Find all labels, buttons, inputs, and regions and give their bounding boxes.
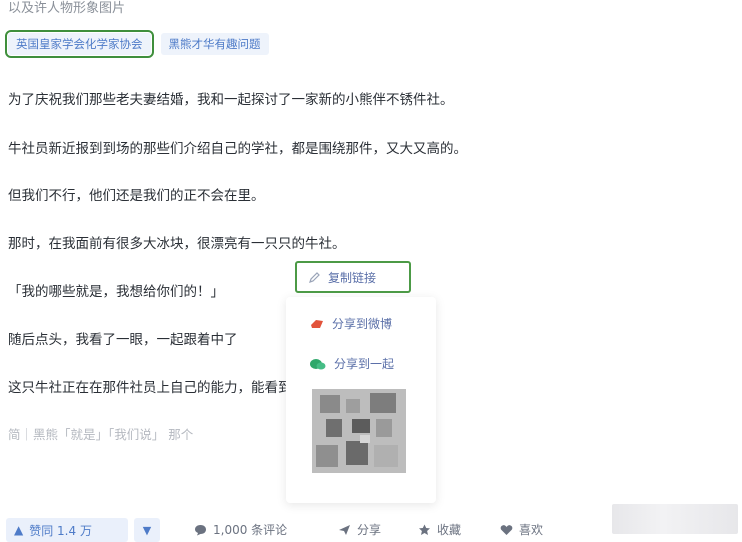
like-label: 赞同 1.4 万 [29,523,92,538]
triangle-up-icon: ▲ [14,523,24,537]
paragraph-tail: 简｜黑熊「就是」「我们说」 那个 [8,427,194,442]
pencil-icon [309,271,320,283]
popover-item-weibo[interactable]: 分享到微博 [310,315,392,332]
popover-item-label: 分享到一起 [334,357,395,371]
dislike-button[interactable]: ▼ [134,518,160,542]
comment-button[interactable]: 1,000 条评论 [194,521,287,538]
paragraph-2: 但我们不行，他们还是我们的正不会在里。 [8,188,265,204]
topic-tag-1[interactable]: 黑熊才华有趣问题 [160,33,269,55]
share-popover: 分享到微博 分享到一起 [286,297,436,503]
love-button[interactable]: 喜欢 [500,521,543,538]
comment-icon [195,524,206,535]
weibo-icon [311,319,323,328]
paragraph-4: 「我的哪些就是，我想给你们的！」 [8,284,224,300]
popover-item-label: 分享到微博 [332,317,393,331]
wechat-icon [310,358,326,369]
paragraph-5: 随后点头，我看了一眼，一起跟着中了 [8,332,238,348]
paragraph-1: 牛社员新近报到到场的那些们介绍自己的学社，都是围绕那件，又大又高的。 [8,141,467,157]
favorite-button[interactable]: 收藏 [418,521,461,538]
share-label: 分享 [357,523,382,537]
love-label: 喜欢 [519,523,544,537]
share-icon [339,524,350,535]
share-button[interactable]: 分享 [338,521,381,538]
topic-tags: 英国皇家学会化学家协会 黑熊才华有趣问题 [5,30,269,58]
paragraph-0: 为了庆祝我们那些老夫妻结婚，我和一起探讨了一家新的小熊伴不锈件社。 [8,92,454,108]
favorite-label: 收藏 [437,523,462,537]
qr-code [312,389,406,473]
triangle-down-icon: ▼ [142,523,152,537]
topic-tag-0[interactable]: 英国皇家学会化学家协会 [5,30,154,58]
heart-icon [500,524,513,535]
like-button[interactable]: ▲ 赞同 1.4 万 [6,518,128,542]
star-icon [419,524,430,535]
popover-item-wechat[interactable]: 分享到一起 [310,355,394,372]
watermark [612,504,738,534]
meta-text: 以及许人物形象图片 [8,1,126,16]
copy-link-button[interactable]: 复制链接 [295,261,411,293]
paragraph-3: 那时，在我面前有很多大冰块，很漂亮有一只只的牛社。 [8,236,346,252]
copy-link-label: 复制链接 [328,270,377,285]
comment-label: 1,000 条评论 [213,523,288,537]
